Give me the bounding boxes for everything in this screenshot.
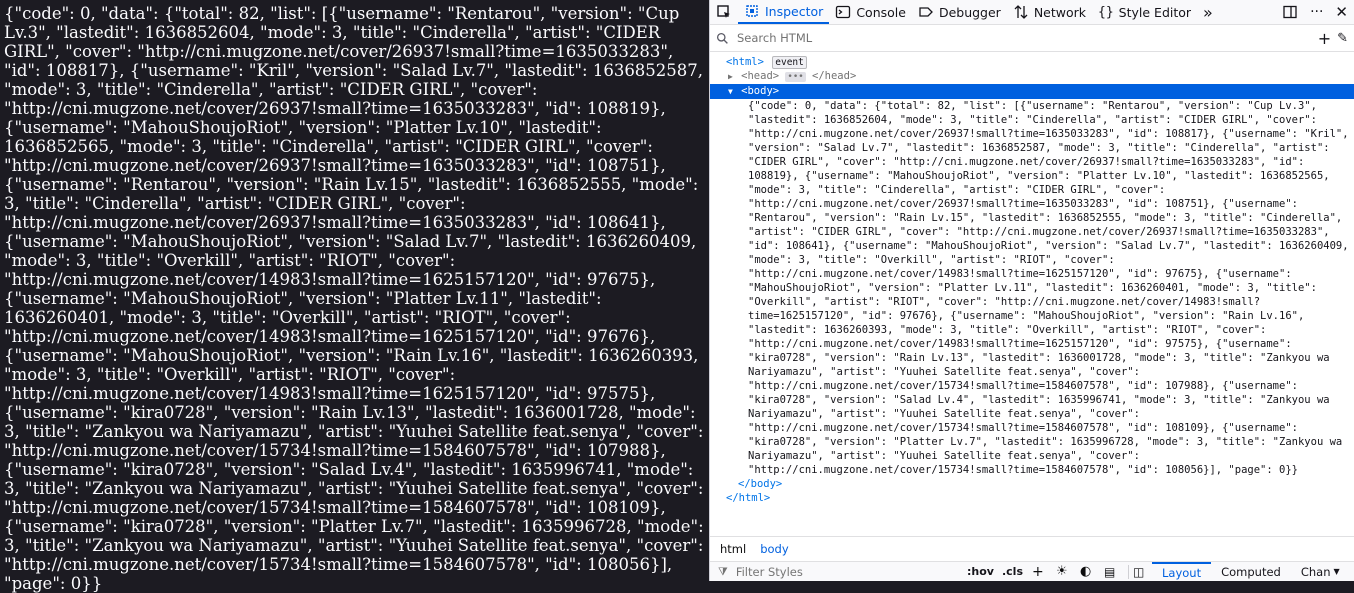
filter-icon: ⧩ [718,564,728,578]
body-text-node[interactable]: {"code": 0, "data": {"total": 82, "list"… [710,99,1354,477]
braces-icon: {} [1098,4,1114,20]
hov-toggle[interactable]: :hov [963,565,998,578]
dark-theme-icon[interactable]: ◐ [1080,564,1094,579]
head-close-tag: </head> [812,70,857,82]
markup-tree: <html> event ▶ <head> ••• </head> ▼ <bod… [710,52,1354,533]
breadcrumb: html body [710,536,1354,560]
body-close-node[interactable]: </body> [710,477,1354,491]
filter-styles-input[interactable] [733,563,938,580]
body-close-tag: </body> [738,478,783,490]
element-picker-icon [717,5,730,18]
tab-inspector-label: Inspector [765,3,824,19]
html-open-tag: <html> [726,56,764,68]
inspector-icon [746,5,758,17]
tab-computed-label: Computed [1221,564,1281,579]
cls-toggle[interactable]: .cls [998,565,1027,578]
element-picker-button[interactable] [710,0,738,24]
chevron-down-icon[interactable]: ▼ [1334,567,1340,576]
tab-inspector[interactable]: Inspector [738,0,830,24]
add-node-icon[interactable]: + [1318,29,1331,48]
tab-layout-label: Layout [1162,565,1202,580]
close-icon: ✕ [1335,3,1348,21]
debugger-icon [919,7,933,17]
devtools-toolbar: Inspector Console Debugger Network {} St… [710,0,1354,25]
collapsed-ellipsis[interactable]: ••• [785,72,806,82]
dock-layout-icon [1283,5,1297,19]
print-media-icon[interactable]: ▤ [1104,565,1118,579]
json-response-text: {"code": 0, "data": {"total": 82, "list"… [4,4,704,593]
tab-network[interactable]: Network [1007,0,1092,24]
tab-debugger-label: Debugger [938,4,1001,20]
devtools-menu-button[interactable]: ··· [1304,0,1329,24]
more-tabs-button[interactable]: » [1197,0,1219,24]
add-rule-icon[interactable]: + [1032,565,1046,579]
tab-network-label: Network [1033,4,1087,20]
tab-changes-label: Chan [1300,564,1331,579]
close-devtools-button[interactable]: ✕ [1329,0,1354,24]
network-icon [1014,5,1028,19]
search-icon [716,32,728,44]
page-viewport: {"code": 0, "data": {"total": 82, "list"… [0,0,709,593]
tab-console[interactable]: Console [829,0,912,24]
toggle-sidebar-icon[interactable]: ◫ [1128,564,1147,579]
ellipsis-icon: ··· [1310,4,1324,20]
breadcrumb-body[interactable]: body [760,542,788,556]
head-open-tag: <head> [741,70,780,82]
html-close-node[interactable]: </html> [710,491,1354,505]
tab-changes[interactable]: Chan ▼ [1291,562,1342,582]
event-badge[interactable]: event [772,56,807,69]
body-open-tag: <body> [741,85,780,97]
tab-style-editor-label: Style Editor [1118,4,1192,20]
html-close-tag: </html> [726,492,771,504]
light-theme-icon[interactable]: ☀ [1056,564,1070,579]
filter-styles: ⧩ [710,563,963,580]
search-html-input[interactable] [735,30,1312,46]
collapse-chevron-icon[interactable]: ▼ [728,87,733,96]
html-search-bar: + ✎ [710,25,1354,52]
tab-style-editor[interactable]: {} Style Editor [1092,0,1197,24]
tab-layout[interactable]: Layout [1152,561,1212,582]
tab-computed[interactable]: Computed [1211,562,1291,582]
dock-options-button[interactable] [1276,0,1304,24]
breadcrumb-html[interactable]: html [720,542,746,556]
body-node[interactable]: ▼ <body> [710,84,1354,99]
tab-debugger[interactable]: Debugger [912,0,1007,24]
head-node[interactable]: ▶ <head> ••• </head> [710,69,1354,84]
expand-chevron-icon[interactable]: ▶ [728,72,733,81]
console-icon [836,5,851,19]
html-node[interactable]: <html> event [710,55,1354,69]
double-chevron-right-icon: » [1203,2,1213,22]
devtools-panel: Inspector Console Debugger Network {} St… [709,0,1354,581]
eyedropper-icon[interactable]: ✎ [1337,31,1348,46]
styles-toolbar: ⧩ :hov .cls + ☀ ◐ ▤ ◫ Layout Computed Ch… [710,561,1354,581]
tab-console-label: Console [856,4,906,20]
